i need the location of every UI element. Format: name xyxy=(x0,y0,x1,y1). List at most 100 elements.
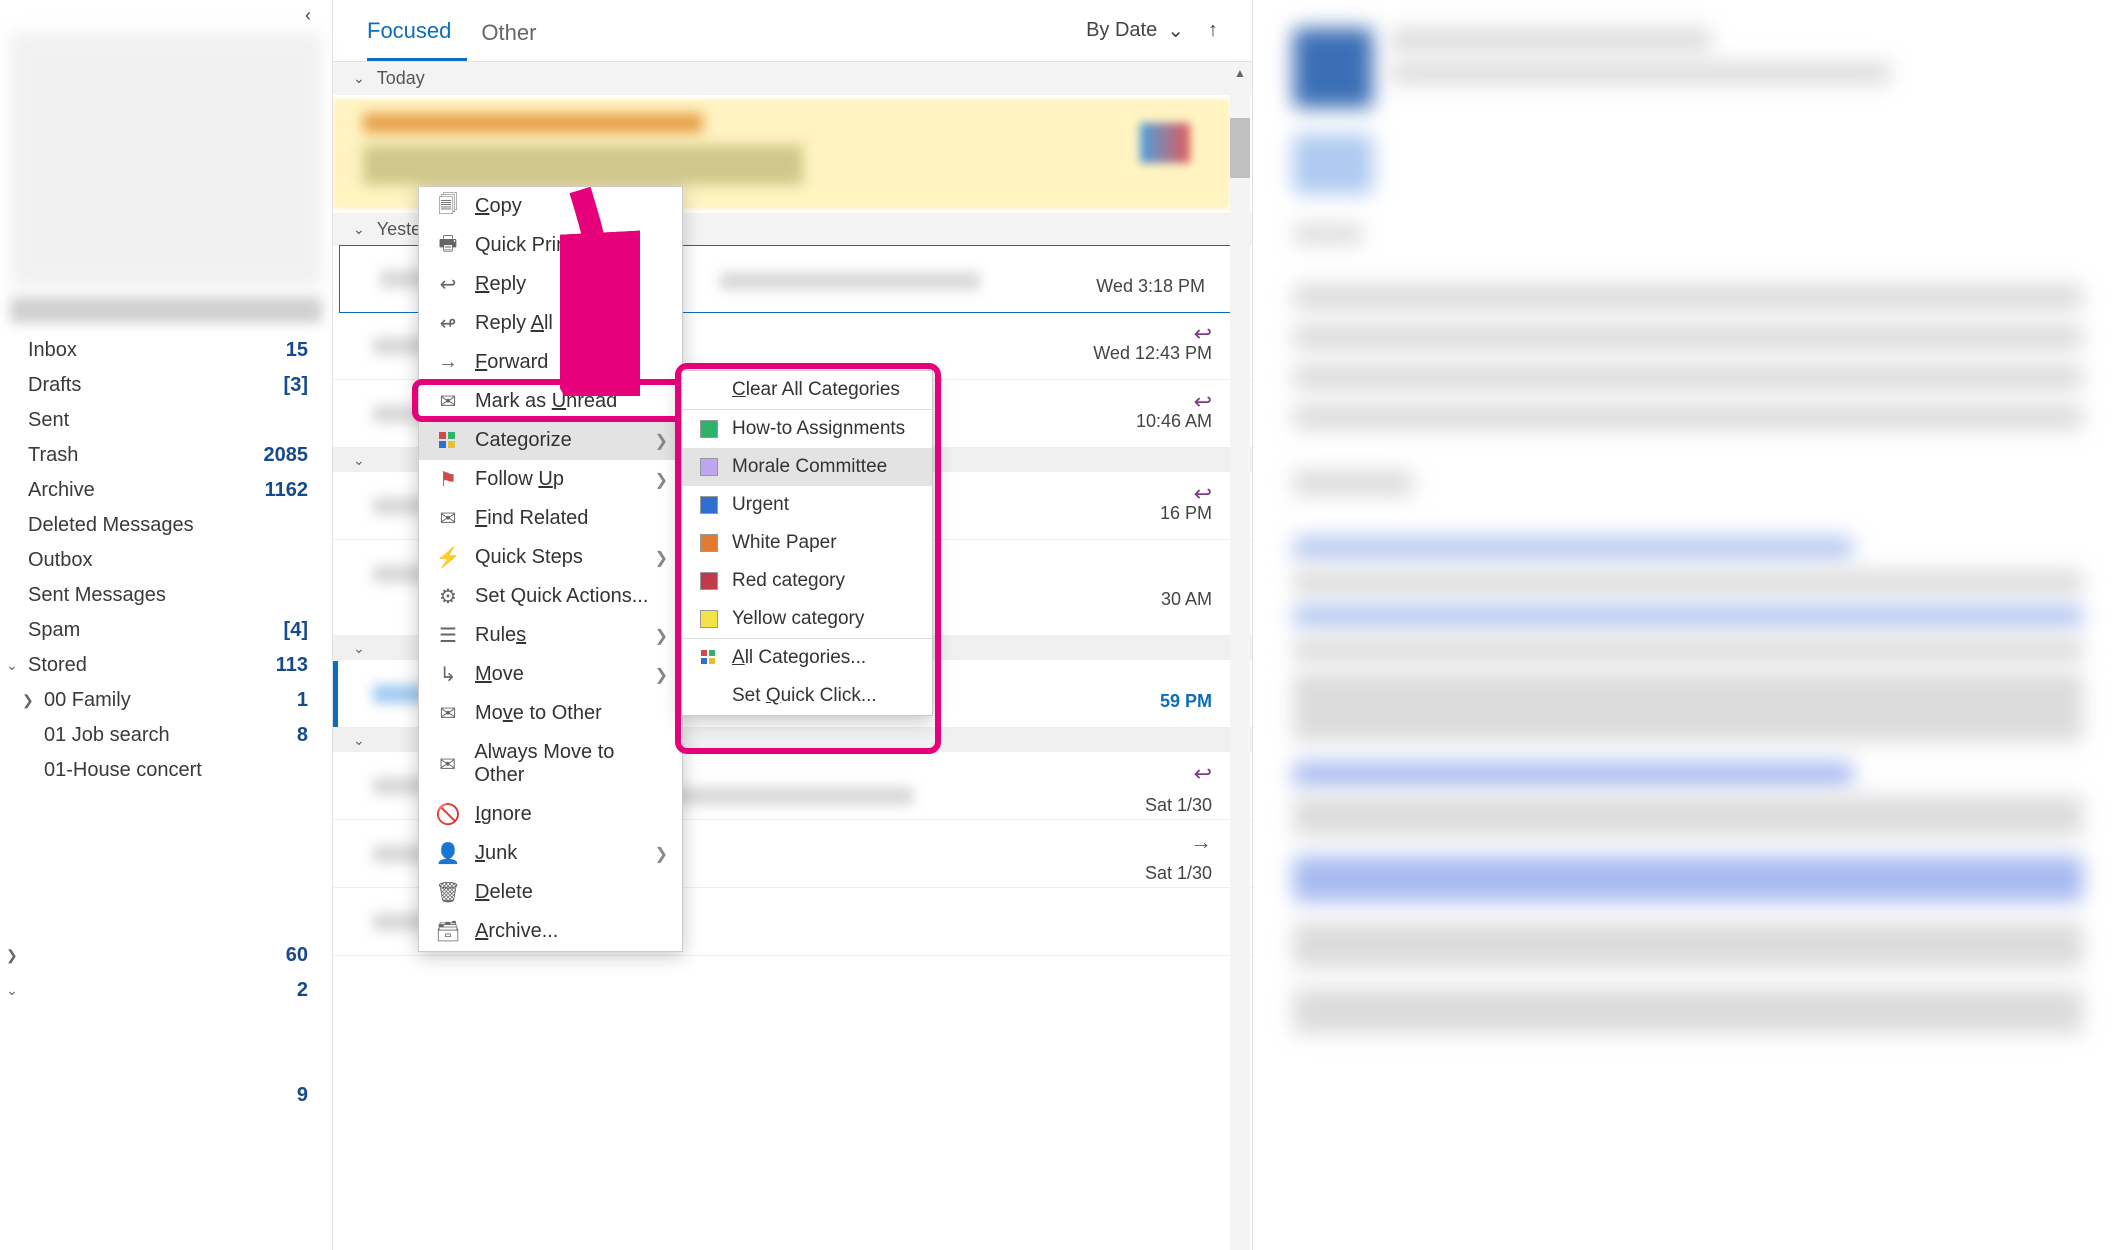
sort-by-dropdown[interactable]: By Date ⌄ ↑ xyxy=(1086,18,1218,53)
message-time: 10:46 AM xyxy=(1136,411,1212,432)
message-time: Sat 1/30 xyxy=(1145,863,1212,884)
category-label: Red category xyxy=(732,570,845,592)
move-icon: ↳ xyxy=(437,664,459,686)
scrollbar-up-icon[interactable]: ▲ xyxy=(1230,62,1250,84)
folder-count: 2 xyxy=(297,979,308,1002)
folder-label: 00 Family xyxy=(44,689,131,712)
category-label: Morale Committee xyxy=(732,456,887,478)
category-color-swatch xyxy=(700,496,718,514)
category-how-to-assignments[interactable]: How-to Assignments xyxy=(682,409,932,448)
tab-other[interactable]: Other xyxy=(481,12,552,60)
ctx-label: Move xyxy=(475,663,524,686)
folder-count: 8 xyxy=(297,724,308,747)
ctx-quick-print[interactable]: 🖶Quick Print xyxy=(419,226,682,265)
unread-icon: ✉ xyxy=(437,391,459,413)
folder-label: Deleted Messages xyxy=(28,514,194,537)
folder-drafts[interactable]: Drafts [3] xyxy=(0,368,332,403)
folder-sent[interactable]: Sent xyxy=(0,403,332,438)
alwaysmove-icon: ✉ xyxy=(437,753,458,775)
ctx-rules[interactable]: ☰Rules❯ xyxy=(419,616,682,655)
folder-deleted-messages[interactable]: Deleted Messages xyxy=(0,508,332,543)
folder-00-family[interactable]: ❯ 00 Family 1 xyxy=(0,683,332,718)
category-white-paper[interactable]: White Paper xyxy=(682,524,932,562)
category-label: Yellow category xyxy=(732,608,864,630)
ctx-categorize[interactable]: Categorize❯ xyxy=(419,421,682,460)
collapse-sidebar-icon[interactable]: ‹ xyxy=(294,4,322,26)
scrollbar[interactable]: ▲ xyxy=(1230,62,1250,1250)
ctx-reply[interactable]: ↩Reply xyxy=(419,265,682,304)
ctx-junk[interactable]: 👤Junk❯ xyxy=(419,834,682,873)
ctx-label: Forward xyxy=(475,351,548,374)
folder-count: 1162 xyxy=(265,479,308,502)
ctx-copy[interactable]: 🗐Copy xyxy=(419,187,682,226)
ctx-label: Ignore xyxy=(475,803,532,826)
ctx-follow-up[interactable]: ⚑Follow Up❯ xyxy=(419,460,682,499)
message-time: 30 AM xyxy=(1161,589,1212,610)
ctx-label: Always Move to Other xyxy=(474,741,664,787)
chevron-icon[interactable]: ⌄ xyxy=(6,657,18,674)
ctx-find-related[interactable]: ✉Find Related xyxy=(419,499,682,538)
chevron-icon[interactable]: ❯ xyxy=(22,692,34,709)
forward-icon: → xyxy=(1190,829,1212,855)
folder-outbox[interactable]: Outbox xyxy=(0,543,332,578)
flag-icon: ⚑ xyxy=(437,469,459,491)
category-morale-committee[interactable]: Morale Committee xyxy=(682,448,932,486)
ctx-label: Categorize xyxy=(475,429,572,452)
folder-spam[interactable]: Spam[4] xyxy=(0,613,332,648)
folder-count: 60 xyxy=(286,944,308,967)
chevron-down-icon: ⌄ xyxy=(353,70,365,87)
folder-sent-messages[interactable]: Sent Messages xyxy=(0,578,332,613)
forward-icon: → xyxy=(437,352,459,374)
sort-direction-icon[interactable]: ↑ xyxy=(1208,19,1218,42)
ctx-set-quick-actions-[interactable]: ⚙Set Quick Actions... xyxy=(419,577,682,616)
folder-count: 2085 xyxy=(264,444,309,467)
ctx-label: Set Quick Actions... xyxy=(475,585,648,608)
group-header-today[interactable]: ⌄Today xyxy=(333,62,1252,95)
chevron-right-icon: ❯ xyxy=(655,626,668,646)
ctx-reply-all[interactable]: ↫Reply All xyxy=(419,304,682,343)
folder-01-house-concert[interactable]: 01-House concert xyxy=(0,753,332,788)
ctx-label: Follow Up xyxy=(475,468,564,491)
reading-pane xyxy=(1253,0,2126,1250)
folder-stored[interactable]: ⌄Stored113 xyxy=(0,648,332,683)
submenu-all-categories[interactable]: All Categories... xyxy=(682,638,932,677)
categorize-icon xyxy=(437,430,459,452)
ctx-label: Junk xyxy=(475,842,517,865)
category-red-category[interactable]: Red category xyxy=(682,562,932,600)
folder-label: Sent Messages xyxy=(28,584,166,607)
chevron-down-icon: ⌄ xyxy=(353,221,365,238)
folder-count: 113 xyxy=(276,654,308,677)
chevron-right-icon[interactable]: ❯ xyxy=(6,947,18,964)
folder-inbox[interactable]: Inbox15 xyxy=(0,333,332,368)
folder-trash[interactable]: Trash2085 xyxy=(0,438,332,473)
submenu-clear-categories[interactable]: Clear All Categories xyxy=(682,371,932,409)
ctx-archive-[interactable]: 🗃Archive... xyxy=(419,912,682,951)
ctx-quick-steps[interactable]: ⚡Quick Steps❯ xyxy=(419,538,682,577)
ctx-delete[interactable]: 🗑Delete xyxy=(419,873,682,912)
ctx-forward[interactable]: → Forward xyxy=(419,343,682,382)
folder-label: Drafts xyxy=(28,374,81,397)
tab-focused[interactable]: Focused xyxy=(367,10,467,61)
scrollbar-thumb[interactable] xyxy=(1230,118,1250,178)
category-yellow-category[interactable]: Yellow category xyxy=(682,600,932,638)
ctx-label: Find Related xyxy=(475,507,588,530)
folder-archive[interactable]: Archive 1162 xyxy=(0,473,332,508)
submenu-set-quick-click[interactable]: Set Quick Click... xyxy=(682,677,932,715)
folder-count: 1 xyxy=(297,689,308,712)
context-menu: 🗐Copy🖶Quick Print↩Reply↫Reply All → Forwar… xyxy=(418,186,683,952)
folder-01-job-search[interactable]: 01 Job search8 xyxy=(0,718,332,753)
category-urgent[interactable]: Urgent xyxy=(682,486,932,524)
ctx-mark-as-unread[interactable]: ✉Mark as Unread xyxy=(419,382,682,421)
ctx-label: Reply All xyxy=(475,312,553,335)
ctx-move[interactable]: ↳ Move ❯ xyxy=(419,655,682,694)
folder-count: [3] xyxy=(284,374,308,397)
folder-label: Archive xyxy=(28,479,95,502)
ctx-label: Quick Print xyxy=(475,234,573,257)
ctx-label: Quick Steps xyxy=(475,546,583,569)
chevron-down-icon[interactable]: ⌄ xyxy=(6,982,18,999)
ctx-ignore[interactable]: 🚫Ignore xyxy=(419,795,682,834)
chevron-right-icon: ❯ xyxy=(655,665,668,685)
ctx-always-move-to-other[interactable]: ✉ Always Move to Other xyxy=(419,733,682,795)
folder-count: [4] xyxy=(284,619,308,642)
ctx-move-to-other[interactable]: ✉Move to Other xyxy=(419,694,682,733)
